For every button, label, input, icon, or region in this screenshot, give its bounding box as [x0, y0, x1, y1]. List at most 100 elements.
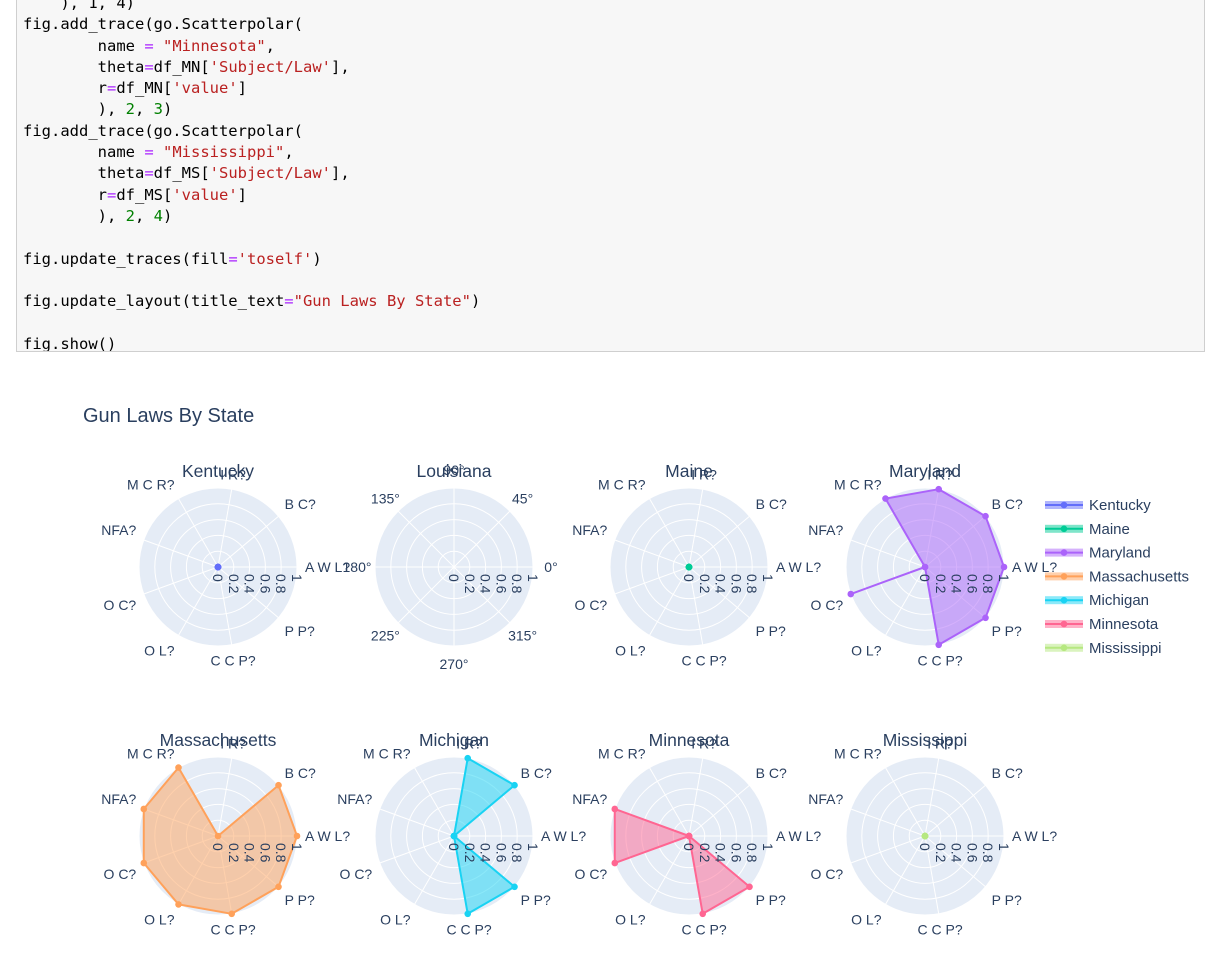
legend-item — [1045, 548, 1083, 557]
angular-tick-label: O C? — [104, 866, 137, 882]
radial-tick-label: 0 — [210, 843, 226, 851]
data-point — [921, 832, 929, 840]
angular-tick-label: B C? — [285, 765, 316, 781]
angular-tick-label: M C R? — [834, 477, 882, 493]
angular-tick-label: NFA? — [101, 522, 136, 538]
radial-tick-label: 0.8 — [509, 843, 525, 863]
code-cell[interactable]: ), 1, 4) fig.add_trace(go.Scatterpolar( n… — [16, 0, 1205, 352]
data-point — [1000, 563, 1008, 571]
data-point — [685, 563, 693, 571]
radial-tick-label: 0.6 — [257, 843, 273, 863]
legend-label: Maryland — [1089, 545, 1151, 562]
radial-tick-label: 0.8 — [980, 574, 996, 594]
code-editor[interactable]: ), 1, 4) fig.add_trace(go.Scatterpolar( n… — [23, 0, 481, 351]
radial-tick-label: 0.2 — [462, 574, 478, 594]
radial-tick-label: 0.8 — [980, 843, 996, 863]
code-line: fig.update_layout(title_text="Gun Laws B… — [23, 292, 481, 311]
polar-subplot — [138, 487, 298, 647]
angular-tick-label: A W L? — [776, 828, 821, 844]
polar-subplot — [374, 754, 534, 918]
data-point — [450, 832, 458, 840]
legend-marker — [1060, 549, 1068, 556]
radial-tick-label: 0.2 — [226, 843, 242, 863]
radial-tick-label: 0 — [917, 574, 933, 582]
angular-tick-label: C C P? — [682, 653, 727, 669]
code-line: ), 2, 3) — [23, 100, 173, 119]
legend-marker — [1060, 501, 1068, 509]
code-line: ), 2, 4) — [23, 206, 173, 225]
radial-tick-label: 0.4 — [242, 574, 258, 594]
subplot-title: Kentucky — [182, 461, 254, 481]
code-line: r=df_MN['value'] — [23, 79, 248, 98]
angular-tick-label: NFA? — [337, 791, 372, 807]
data-point — [921, 563, 929, 571]
radial-tick-label: 0.2 — [933, 843, 949, 863]
data-point — [228, 910, 236, 918]
polar-subplot — [845, 756, 1005, 916]
code-line: fig.update_traces(fill='toself') — [23, 249, 322, 268]
data-point — [275, 781, 282, 789]
angular-tick-label: O L? — [615, 911, 646, 927]
subplot-title: Mississippi — [883, 730, 968, 750]
radial-tick-label: 1 — [996, 574, 1012, 582]
angular-tick-label: B C? — [521, 765, 552, 781]
data-point — [746, 883, 753, 891]
polar-subplot — [609, 756, 769, 918]
polar-subplot — [374, 487, 534, 647]
angular-tick-label: O C? — [340, 866, 373, 882]
legend-item — [1045, 643, 1083, 652]
radial-tick-label: 0.8 — [744, 574, 760, 594]
angular-tick-label: O L? — [851, 642, 882, 658]
radial-tick-label: 0.8 — [273, 843, 289, 863]
legend-marker — [1060, 644, 1068, 652]
angular-tick-label: O C? — [811, 866, 844, 882]
subplot-title: Michigan — [419, 730, 489, 750]
legend-item — [1045, 501, 1083, 509]
subplot-title: Maryland — [889, 461, 961, 481]
radial-tick-label: 0.6 — [493, 843, 509, 863]
angular-tick-label: NFA? — [572, 791, 607, 807]
radial-tick-label: 0.2 — [226, 574, 242, 594]
angular-tick-label: M C R? — [598, 477, 646, 493]
code-line: theta=df_MS['Subject/Law'], — [23, 164, 350, 183]
radial-tick-label: 1 — [289, 574, 305, 582]
angular-tick-label: M C R? — [127, 477, 175, 493]
subplot-title: Louisiana — [417, 461, 492, 481]
angular-tick-label: C C P? — [682, 922, 727, 938]
angular-tick-label: C C P? — [918, 653, 963, 669]
radial-tick-label: 0.2 — [462, 843, 478, 863]
legend-label: Minnesota — [1089, 616, 1159, 633]
polar-subplot — [138, 756, 301, 918]
angular-tick-label: C C P? — [447, 922, 492, 938]
data-point — [847, 590, 855, 598]
data-point — [982, 512, 989, 520]
polar-figure: Gun Laws By State A W L?B C?I R?M C R?NF… — [83, 405, 1189, 938]
angular-tick-label: P P? — [756, 623, 786, 639]
angular-tick-label: O L? — [615, 642, 646, 658]
angular-tick-label: O L? — [380, 911, 411, 927]
subplot-title: Minnesota — [649, 730, 730, 750]
radial-tick-label: 0 — [210, 574, 226, 582]
angular-tick-label: P P? — [285, 892, 315, 908]
legend-label: Michigan — [1089, 592, 1149, 609]
angular-tick-label: O L? — [851, 911, 882, 927]
legend-label: Mississippi — [1089, 640, 1162, 657]
data-point — [511, 883, 518, 891]
data-point — [935, 641, 943, 649]
legend-marker — [1060, 525, 1068, 533]
angular-tick-label: 225° — [371, 628, 400, 644]
legend-item — [1045, 524, 1083, 533]
legend-marker — [1060, 596, 1068, 604]
angular-tick-label: B C? — [756, 765, 787, 781]
angular-tick-label: A W L? — [541, 828, 586, 844]
angular-tick-label: P P? — [285, 623, 315, 639]
data-point — [175, 764, 182, 771]
radial-tick-label: 0 — [446, 574, 462, 582]
radial-tick-label: 0.8 — [744, 843, 760, 863]
data-point — [685, 832, 693, 840]
data-point — [293, 832, 301, 840]
chart-title: Gun Laws By State — [83, 405, 254, 427]
angular-tick-label: B C? — [285, 496, 316, 512]
